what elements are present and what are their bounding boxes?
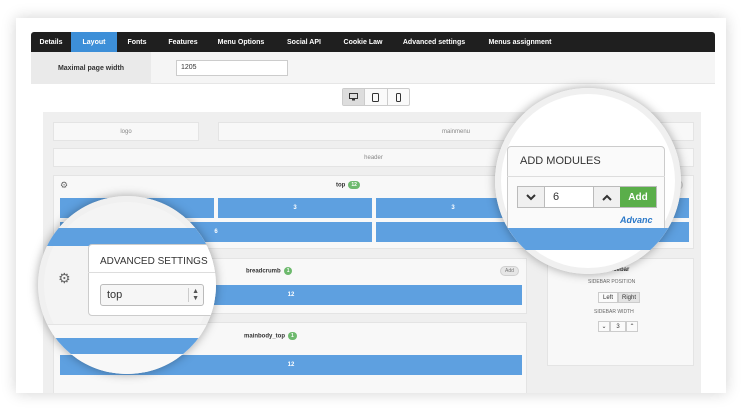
chevron-up-icon[interactable]: ⌃ bbox=[626, 321, 638, 332]
position-select[interactable]: top ▲ ▼ bbox=[100, 284, 204, 306]
module-count-input[interactable]: 6 bbox=[544, 187, 594, 207]
sidebar-section: sidebar SIDEBAR POSITION Left Right SIDE… bbox=[547, 258, 694, 366]
gear-icon[interactable]: ⚙ bbox=[58, 270, 71, 287]
sidebar-width-value[interactable]: 3 bbox=[610, 321, 626, 332]
sidebar-left-button[interactable]: Left bbox=[598, 292, 618, 303]
page-width-label: Maximal page width bbox=[31, 52, 151, 84]
gear-icon[interactable]: ⚙ bbox=[60, 180, 68, 191]
add-modules-magnifier: ADD MODULES 6 Add Advanc bbox=[495, 88, 681, 274]
tab-layout[interactable]: Layout bbox=[71, 32, 117, 52]
chevron-down-icon[interactable]: ⌄ bbox=[598, 321, 610, 332]
breadcrumb-badge: 1 bbox=[283, 267, 293, 275]
breadcrumb-title: breadcrumb 1 bbox=[246, 267, 293, 275]
page-width-input[interactable]: 1205 bbox=[176, 60, 288, 76]
divider bbox=[507, 176, 665, 177]
top-cell-2[interactable]: 3 bbox=[218, 198, 372, 218]
top-badge: 12 bbox=[348, 181, 360, 189]
tablet-icon[interactable] bbox=[365, 89, 388, 105]
breadcrumb-add-button[interactable]: Add bbox=[500, 266, 519, 276]
advanced-settings-magnifier: ⚙ ADVANCED SETTINGS top ▲ ▼ bbox=[38, 196, 216, 374]
select-caret-icon: ▲ ▼ bbox=[188, 288, 199, 302]
page-width-row: Maximal page width 1205 bbox=[31, 52, 715, 84]
tab-features[interactable]: Features bbox=[157, 32, 209, 52]
top-title: top 12 bbox=[336, 181, 360, 189]
tab-fonts[interactable]: Fonts bbox=[117, 32, 157, 52]
tab-details[interactable]: Details bbox=[31, 32, 71, 52]
add-modules-title: ADD MODULES bbox=[520, 155, 601, 167]
tab-cookie-law[interactable]: Cookie Law bbox=[335, 32, 391, 52]
phone-icon[interactable] bbox=[388, 89, 409, 105]
add-module-button[interactable]: Add bbox=[620, 187, 656, 207]
chevron-down-icon[interactable] bbox=[518, 187, 544, 207]
device-switcher bbox=[342, 88, 410, 106]
tab-advanced-settings[interactable]: Advanced settings bbox=[391, 32, 477, 52]
tab-social-api[interactable]: Social API bbox=[273, 32, 335, 52]
position-select-value: top bbox=[107, 289, 123, 301]
tab-bar: Details Layout Fonts Features Menu Optio… bbox=[31, 32, 715, 52]
chevron-up-icon[interactable] bbox=[594, 187, 620, 207]
tab-menu-options[interactable]: Menu Options bbox=[209, 32, 273, 52]
sidebar-width-label: SIDEBAR WIDTH bbox=[594, 309, 634, 315]
advanced-settings-title: ADVANCED SETTINGS bbox=[100, 256, 208, 267]
tab-menus-assignment[interactable]: Menus assignment bbox=[477, 32, 563, 52]
module-strip bbox=[38, 338, 216, 354]
module-strip bbox=[495, 228, 681, 250]
logo-block[interactable]: logo bbox=[53, 122, 199, 141]
mainbody-top-badge: 1 bbox=[288, 332, 297, 340]
sidebar-right-button[interactable]: Right bbox=[618, 292, 640, 303]
module-count-stepper: 6 Add bbox=[517, 186, 657, 208]
mainbody-top-title: mainbody_top 1 bbox=[244, 332, 297, 340]
divider bbox=[88, 272, 216, 273]
advanced-link[interactable]: Advanc bbox=[620, 215, 653, 225]
desktop-icon[interactable] bbox=[343, 89, 366, 105]
sidebar-position-label: SIDEBAR POSITION bbox=[588, 279, 636, 285]
